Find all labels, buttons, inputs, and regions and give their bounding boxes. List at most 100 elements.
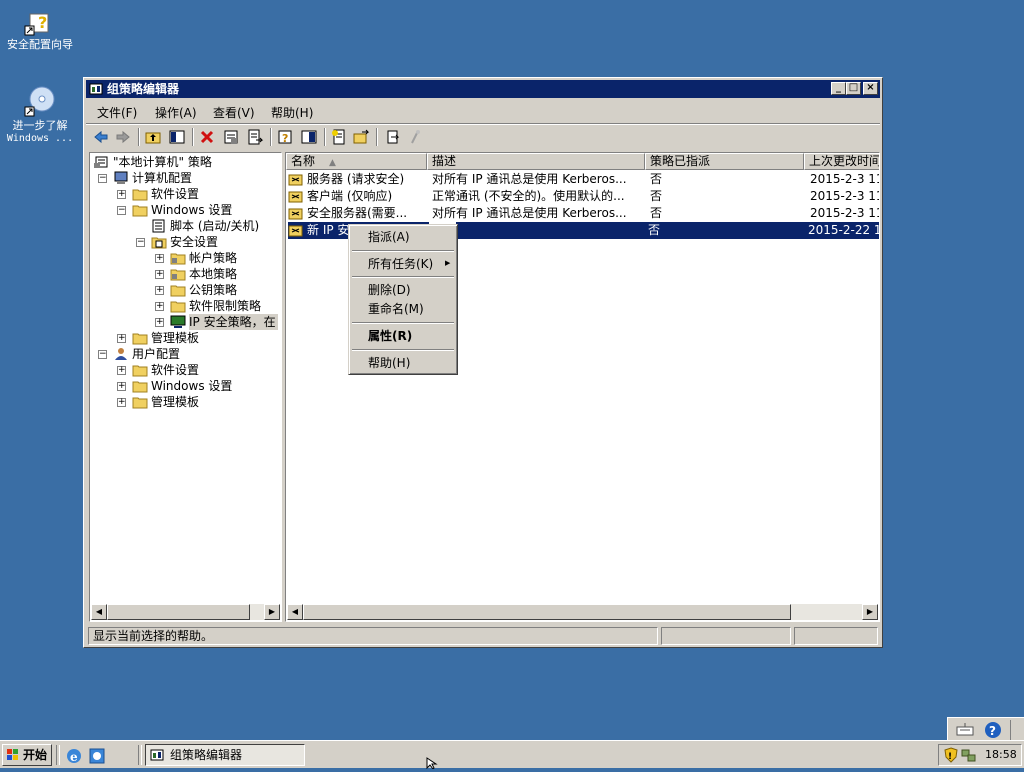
expand-button[interactable]: +	[155, 302, 164, 311]
up-folder-icon[interactable]	[144, 128, 162, 146]
scroll-left-button[interactable]: ◀	[91, 604, 107, 620]
expand-button[interactable]: +	[117, 190, 126, 199]
menu-help[interactable]: 帮助(H)	[271, 104, 313, 121]
expand-button[interactable]: +	[117, 366, 126, 375]
desktop-icon-label-line2: Windows ...	[6, 133, 74, 144]
toolbar-separator	[270, 128, 272, 146]
minimize-button[interactable]: _	[831, 82, 846, 95]
menu-item-delete[interactable]: 删除(D)	[368, 281, 411, 299]
tree-item[interactable]: 脚本 (启动/关机)	[90, 218, 281, 234]
list-horizontal-scrollbar[interactable]: ◀ ▶	[287, 604, 878, 620]
expand-button[interactable]: +	[155, 270, 164, 279]
quicklaunch-app-icon[interactable]	[88, 747, 106, 765]
list-cell-desc: 正常通讯 (不安全的)。使用默认的...	[432, 189, 625, 203]
tree-item[interactable]: "本地计算机" 策略	[90, 154, 281, 170]
tree-item[interactable]: + 软件设置	[90, 186, 281, 202]
close-button[interactable]: ×	[863, 82, 878, 95]
expand-button[interactable]: +	[155, 318, 164, 327]
keyboard-icon[interactable]	[956, 722, 974, 738]
tree-item[interactable]: + 管理模板	[90, 394, 281, 410]
menu-view[interactable]: 查看(V)	[213, 104, 255, 121]
expand-button[interactable]: +	[155, 254, 164, 263]
toolbar-grip[interactable]	[1010, 720, 1023, 740]
export-list-icon[interactable]	[246, 128, 264, 146]
assign-policy-icon[interactable]	[352, 128, 370, 146]
expand-button[interactable]: +	[117, 382, 126, 391]
list-cell-assigned: 否	[650, 172, 663, 186]
toolbar-separator	[192, 128, 194, 146]
column-header-name[interactable]: 名称 ▲	[286, 153, 427, 170]
menu-item-properties[interactable]: 属性(R)	[368, 327, 412, 345]
tree-item[interactable]: + 公钥策略	[90, 282, 281, 298]
tree-horizontal-scrollbar[interactable]: ◀ ▶	[91, 604, 280, 620]
column-header-assigned[interactable]: 策略已指派	[645, 153, 804, 170]
clock[interactable]: 18:58	[985, 745, 1017, 765]
gpedit-app-icon	[150, 748, 164, 762]
menu-item-all-tasks[interactable]: 所有任务(K)	[368, 255, 433, 273]
menu-file[interactable]: 文件(F)	[97, 104, 137, 121]
add-policy-icon[interactable]	[330, 128, 348, 146]
gpedit-app-icon	[89, 82, 103, 96]
security-shield-icon[interactable]: !	[943, 747, 959, 763]
ip-policy-icon	[288, 189, 304, 204]
tree-item[interactable]: − 计算机配置	[90, 170, 281, 186]
collapse-button[interactable]: −	[136, 238, 145, 247]
tree-item[interactable]: + Windows 设置	[90, 378, 281, 394]
toolbar: ?	[86, 125, 880, 149]
tree-item[interactable]: + 管理模板	[90, 330, 281, 346]
tree-item[interactable]: + IP 安全策略，在	[90, 314, 281, 330]
help-circle-icon[interactable]: ?	[984, 721, 1002, 739]
scroll-right-button[interactable]: ▶	[264, 604, 280, 620]
tree-item[interactable]: + 软件限制策略	[90, 298, 281, 314]
tree-item-label: 公钥策略	[189, 283, 238, 297]
desktop-icon-learn-more[interactable]: 进一步了解 Windows ...	[0, 85, 80, 145]
properties-icon[interactable]	[222, 128, 240, 146]
network-icon[interactable]	[961, 747, 977, 763]
scroll-thumb[interactable]	[107, 604, 250, 620]
tree-item[interactable]: − Windows 设置	[90, 202, 281, 218]
menu-item-rename[interactable]: 重命名(M)	[368, 300, 424, 318]
list-cell-changed: 2015-2-3 11	[810, 189, 880, 203]
column-header-description[interactable]: 描述	[427, 153, 645, 170]
tree-item[interactable]: − 安全设置	[90, 234, 281, 250]
ip-policy-icon	[288, 206, 304, 221]
scroll-left-button[interactable]: ◀	[287, 604, 303, 620]
tree-item[interactable]: − 用户配置	[90, 346, 281, 362]
tree-item[interactable]: + 软件设置	[90, 362, 281, 378]
wizard-icon[interactable]	[406, 128, 424, 146]
column-header-last-modified[interactable]: 上次更改时间	[804, 153, 879, 170]
collapse-button[interactable]: −	[98, 174, 107, 183]
menu-item-help[interactable]: 帮助(H)	[368, 354, 410, 372]
list-row[interactable]: 服务器 (请求安全) 对所有 IP 通讯总是使用 Kerberos... 否 2015…	[288, 171, 879, 188]
list-row[interactable]: 安全服务器(需要... 对所有 IP 通讯总是使用 Kerberos... 否 201…	[288, 205, 879, 222]
collapse-button[interactable]: −	[98, 350, 107, 359]
taskbar-button-gpedit[interactable]: 组策略编辑器	[145, 744, 305, 766]
tree-item[interactable]: + 本地策略	[90, 266, 281, 282]
help-icon[interactable]: ?	[276, 128, 294, 146]
delete-icon[interactable]	[198, 128, 216, 146]
title-bar[interactable]: 组策略编辑器 _ □ ×	[86, 80, 880, 98]
folder-lock-icon	[170, 267, 186, 281]
back-arrow-icon[interactable]	[92, 128, 110, 146]
tree-item[interactable]: + 帐户策略	[90, 250, 281, 266]
menu-item-assign[interactable]: 指派(A)	[368, 228, 410, 246]
scroll-right-button[interactable]: ▶	[862, 604, 878, 620]
list-row[interactable]: 客户端 (仅响应) 正常通讯 (不安全的)。使用默认的... 否 2015-2-3 1…	[288, 188, 879, 205]
expand-button[interactable]: +	[117, 398, 126, 407]
menu-action[interactable]: 操作(A)	[155, 104, 197, 121]
scroll-thumb[interactable]	[303, 604, 791, 620]
console-tree-icon[interactable]	[300, 128, 318, 146]
show-hide-tree-icon[interactable]	[168, 128, 186, 146]
folder-icon	[132, 187, 148, 201]
collapse-button[interactable]: −	[117, 206, 126, 215]
internet-explorer-icon[interactable]: e	[65, 747, 83, 765]
unassign-policy-icon[interactable]	[384, 128, 402, 146]
expand-button[interactable]: +	[117, 334, 126, 343]
forward-arrow-icon[interactable]	[114, 128, 132, 146]
security-wizard-icon: ?	[24, 4, 56, 36]
computer-icon	[113, 171, 129, 184]
expand-button[interactable]: +	[155, 286, 164, 295]
maximize-button[interactable]: □	[846, 82, 861, 95]
start-button[interactable]: 开始	[2, 744, 52, 766]
desktop-icon-security-wizard[interactable]: ? 安全配置向导	[0, 4, 80, 51]
